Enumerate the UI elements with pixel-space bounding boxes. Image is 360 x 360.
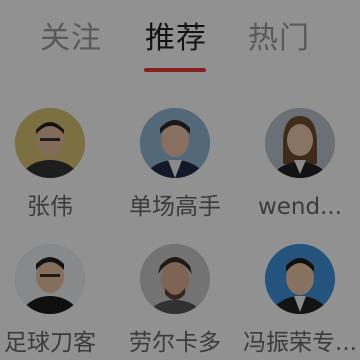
tab-recommend[interactable]: 推荐 <box>131 18 221 60</box>
tab-bar: 关注 推荐 热门 <box>0 0 360 80</box>
person-avatar-icon <box>140 108 210 178</box>
user-card-zuqiu[interactable]: 足球刀客 <box>0 244 110 358</box>
user-name: 单场高手 <box>129 194 221 220</box>
person-avatar-icon <box>265 108 335 178</box>
person-avatar-icon <box>265 244 335 314</box>
user-name: 足球刀客 <box>4 330 96 356</box>
user-name: wend... <box>257 194 343 220</box>
user-avatar <box>265 108 335 178</box>
user-name: 张伟 <box>27 194 73 220</box>
user-name: 冯振荣专... <box>243 330 357 356</box>
user-name: 劳尔卡多 <box>129 330 221 356</box>
person-avatar-icon <box>140 244 210 314</box>
user-card-laoer[interactable]: 劳尔卡多 <box>115 244 235 358</box>
user-card-zhangwei[interactable]: 张伟 <box>0 108 110 222</box>
tab-follow[interactable]: 关注 <box>26 18 116 60</box>
user-avatar <box>140 108 210 178</box>
user-avatar <box>15 244 85 314</box>
tab-hot[interactable]: 热门 <box>234 18 324 60</box>
user-avatar <box>140 244 210 314</box>
user-card-fengzhenrong[interactable]: 冯振荣专... <box>240 244 360 358</box>
person-avatar-icon <box>15 108 85 178</box>
user-avatar <box>265 244 335 314</box>
user-card-wend[interactable]: wend... <box>240 108 360 222</box>
active-tab-indicator <box>144 68 206 72</box>
user-card-danchang[interactable]: 单场高手 <box>115 108 235 222</box>
user-avatar <box>15 108 85 178</box>
person-avatar-icon <box>15 244 85 314</box>
